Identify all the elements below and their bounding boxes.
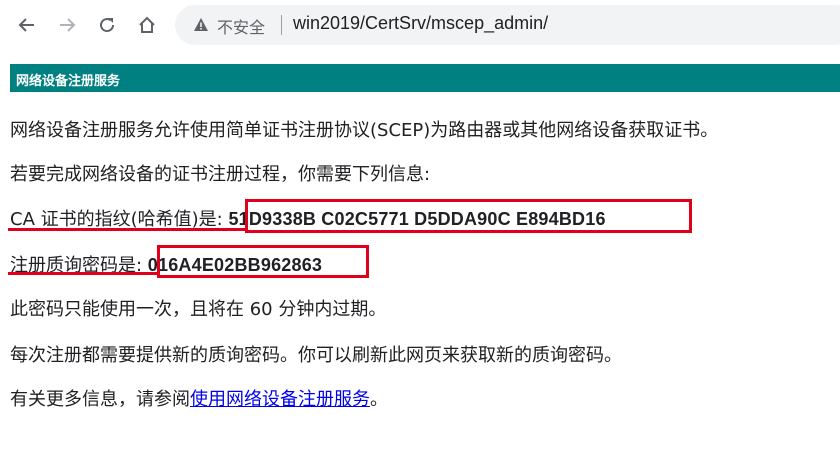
page-title: 网络设备注册服务 [16,74,121,89]
more-info-prefix: 有关更多信息，请参阅 [10,389,190,410]
challenge-label-underline [8,272,158,275]
reload-icon [100,18,115,33]
forward-arrow-icon [60,18,76,32]
url-text[interactable]: win2019/CertSrv/mscep_admin/ [293,13,548,34]
address-divider [281,15,282,35]
home-button[interactable] [132,10,162,40]
page-header-bar: 网络设备注册服务 [10,64,840,92]
challenge-password-highlight-box [157,245,369,278]
once-note-text: 此密码只能使用一次，且将在 60 分钟内过期。 [10,299,387,320]
intro-text: 网络设备注册服务允许使用简单证书注册协议(SCEP)为路由器或其他网络设备获取证… [10,120,719,141]
need-info-text: 若要完成网络设备的证书注册过程，你需要下列信息: [10,164,431,185]
warning-icon [194,18,208,31]
browser-toolbar: 不安全 win2019/CertSrv/mscep_admin/ [0,0,840,52]
address-bar[interactable]: 不安全 win2019/CertSrv/mscep_admin/ [175,5,840,45]
home-icon [139,16,155,33]
back-arrow-icon [18,18,34,32]
ca-label-underline [8,228,246,231]
security-status-label[interactable]: 不安全 [217,14,265,38]
more-info-suffix: 。 [370,389,388,410]
refresh-note-text: 每次注册都需要提供新的质询密码。你可以刷新此网页来获取新的质询密码。 [10,345,622,366]
more-info-line: 有关更多信息，请参阅使用网络设备注册服务。 [10,385,388,411]
more-info-link[interactable]: 使用网络设备注册服务 [190,389,370,410]
back-button[interactable] [12,10,42,40]
forward-button[interactable] [52,10,82,40]
reload-button[interactable] [92,10,122,40]
ca-thumbprint-label: CA 证书的指纹(哈希值)是: [10,209,229,230]
ca-thumbprint-highlight-box [245,199,692,233]
